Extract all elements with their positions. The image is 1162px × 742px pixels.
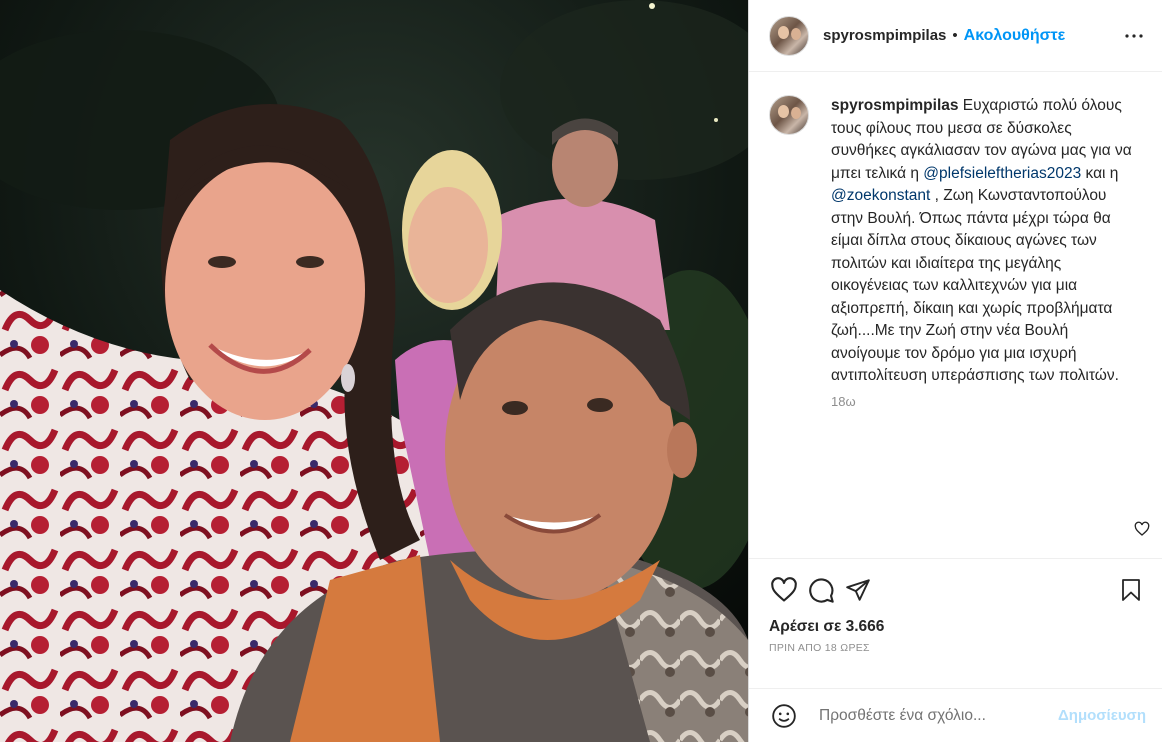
- action-bar: [749, 559, 1162, 621]
- caption-age[interactable]: 18ω: [831, 394, 1133, 409]
- heart-icon[interactable]: [769, 575, 799, 605]
- author-username[interactable]: spyrosmpimpilas: [823, 27, 946, 44]
- selfie-image: [0, 0, 748, 742]
- bookmark-icon[interactable]: [1116, 575, 1146, 605]
- more-horizontal-icon[interactable]: [1122, 24, 1146, 48]
- heart-icon[interactable]: [1134, 521, 1150, 537]
- mention-link[interactable]: @zoekonstant: [831, 187, 930, 204]
- separator-dot: •: [952, 27, 958, 44]
- share-paper-plane-icon[interactable]: [843, 575, 873, 605]
- add-comment-bar: Δημοσίευση: [749, 688, 1162, 742]
- caption-text-part: , Ζωη Κωνσταντοπούλου στην Βουλή. Όπως π…: [831, 187, 1119, 384]
- comment-icon[interactable]: [806, 575, 836, 605]
- avatar[interactable]: [769, 15, 809, 56]
- caption: spyrosmpimpilas Ευχαριστώ πολύ όλους του…: [769, 95, 1146, 409]
- post-timestamp[interactable]: ΠΡΙΝ ΑΠΟ 18 ΩΡΕΣ: [749, 642, 1162, 654]
- follow-button[interactable]: Ακολουθήστε: [964, 27, 1066, 45]
- post-details-panel: spyrosmpimpilas • Ακολουθήστε spyrosmpim…: [748, 0, 1162, 742]
- post-header: spyrosmpimpilas • Ακολουθήστε: [749, 0, 1162, 72]
- post-photo[interactable]: [0, 0, 748, 742]
- likes-count[interactable]: Αρέσει σε 3.666: [749, 618, 1162, 636]
- mention-link[interactable]: @plefsieleftherias2023: [923, 165, 1081, 182]
- post-actions: Αρέσει σε 3.666 ΠΡΙΝ ΑΠΟ 18 ΩΡΕΣ: [749, 558, 1162, 654]
- caption-username[interactable]: spyrosmpimpilas: [831, 97, 959, 114]
- caption-text-part: και η: [1081, 164, 1119, 182]
- post-comment-button[interactable]: Δημοσίευση: [1058, 707, 1146, 724]
- caption-text: spyrosmpimpilas Ευχαριστώ πολύ όλους του…: [831, 95, 1133, 388]
- comments-section: spyrosmpimpilas Ευχαριστώ πολύ όλους του…: [749, 73, 1162, 548]
- emoji-smile-icon[interactable]: [769, 701, 799, 731]
- caption-body: spyrosmpimpilas Ευχαριστώ πολύ όλους του…: [831, 95, 1133, 409]
- caption-avatar[interactable]: [769, 95, 809, 135]
- comment-input[interactable]: [819, 706, 1058, 725]
